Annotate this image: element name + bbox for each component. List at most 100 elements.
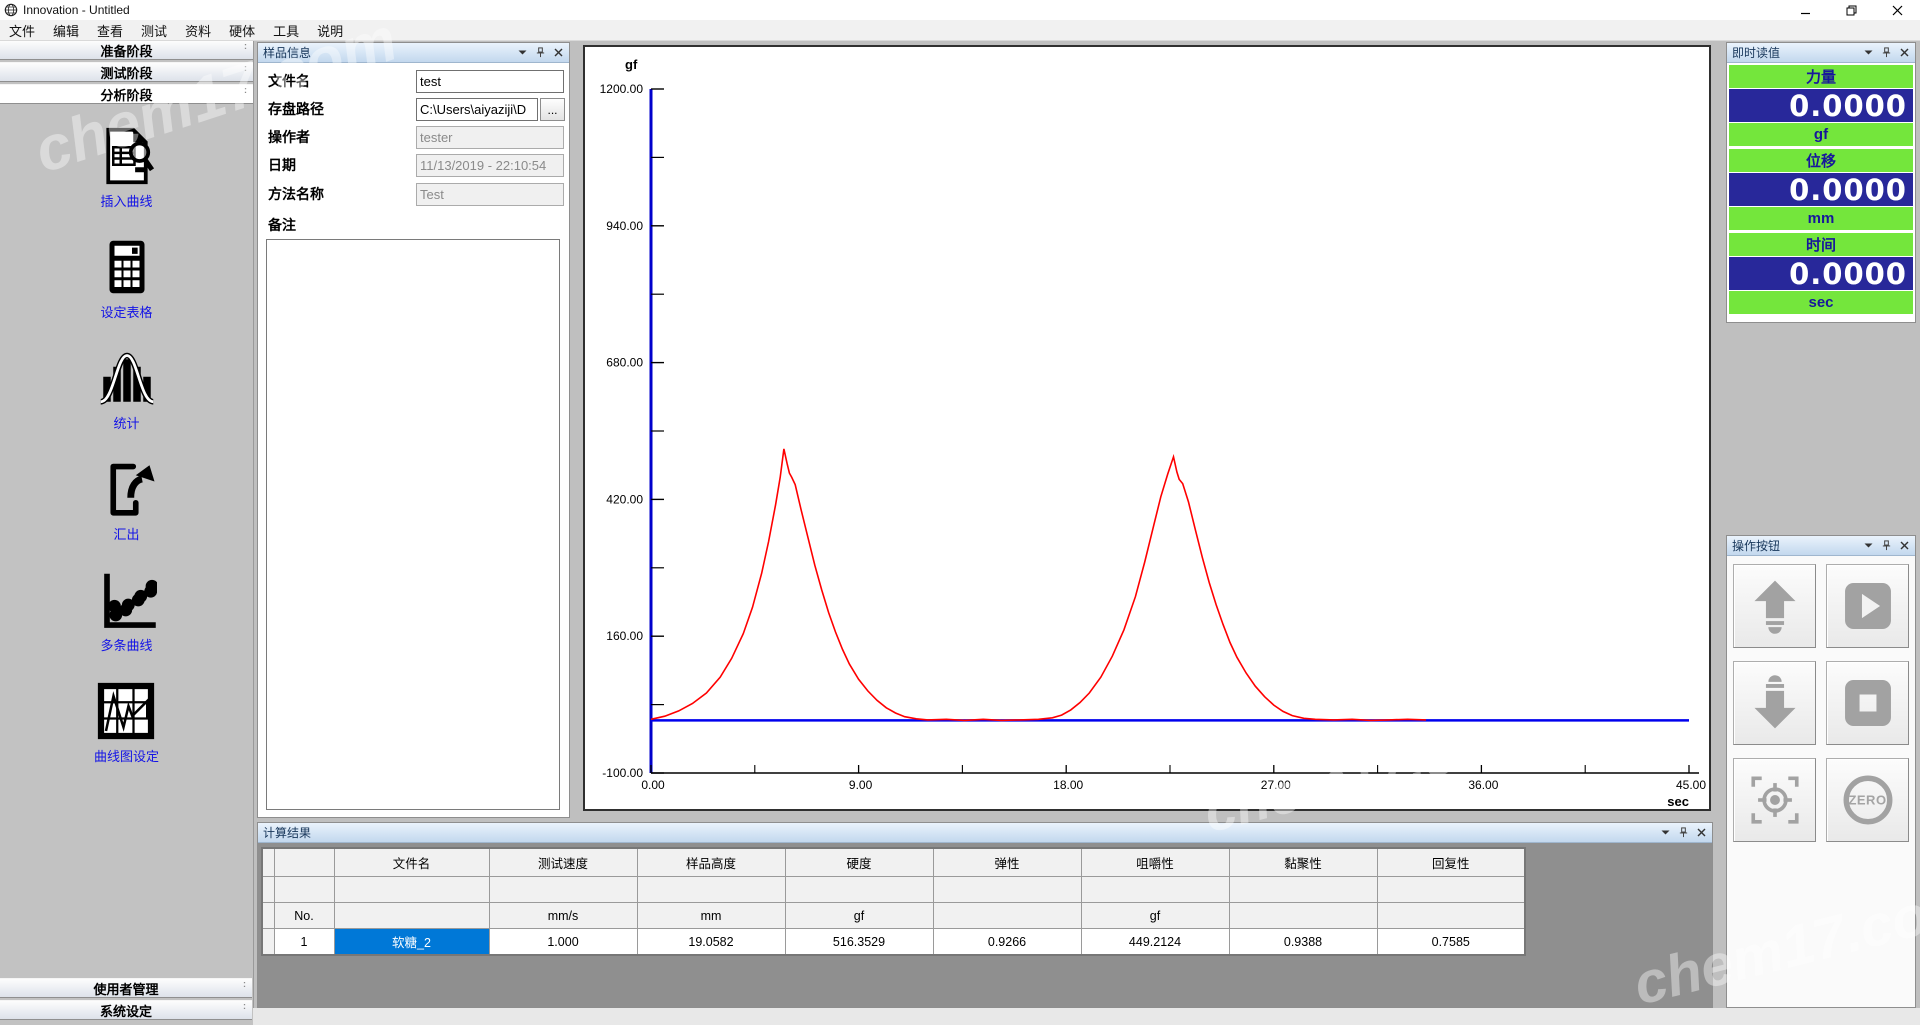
table-cell[interactable]: 弹性	[933, 848, 1081, 877]
restore-button[interactable]	[1828, 0, 1874, 20]
row-gutter[interactable]	[262, 877, 274, 903]
field-row: 存盘路径	[268, 97, 324, 121]
close-button[interactable]	[1874, 0, 1920, 20]
sidebar-tool[interactable]: 曲线图设定	[94, 681, 159, 765]
sidebar-tool[interactable]: 设定表格	[97, 237, 157, 321]
table-cell[interactable]	[334, 877, 489, 903]
table-cell[interactable]	[933, 903, 1081, 929]
panel-pin-button[interactable]	[1881, 47, 1892, 58]
panel-menu-button[interactable]	[1863, 540, 1874, 551]
statistics-icon	[97, 348, 157, 408]
minimize-button[interactable]	[1782, 0, 1828, 20]
table-cell[interactable]: 0.9388	[1229, 929, 1377, 956]
menu-item-2[interactable]: 编辑	[44, 20, 88, 40]
zero-button[interactable]: ZERO	[1826, 758, 1909, 842]
row-gutter[interactable]	[262, 929, 274, 956]
panel-menu-button[interactable]	[1660, 827, 1671, 838]
table-cell[interactable]: 1.000	[489, 929, 637, 956]
target-button[interactable]	[1733, 758, 1816, 842]
svg-text:18.00: 18.00	[1053, 778, 1083, 792]
probe-down-button[interactable]	[1733, 661, 1816, 745]
table-cell[interactable]: mm	[637, 903, 785, 929]
readout-value: 0.0000	[1729, 257, 1913, 290]
row-gutter[interactable]	[262, 848, 274, 877]
table-cell[interactable]: 样品高度	[637, 848, 785, 877]
table-cell[interactable]: 0.7585	[1377, 929, 1525, 956]
sidebar-tool[interactable]: 汇出	[97, 459, 157, 543]
table-cell[interactable]: No.	[274, 903, 334, 929]
readout-label: 位移	[1729, 149, 1913, 172]
sidebar-tool[interactable]: 多条曲线	[97, 570, 157, 654]
table-cell[interactable]	[1377, 877, 1525, 903]
table-cell[interactable]: 449.2124	[1081, 929, 1229, 956]
table-cell[interactable]: 文件名	[334, 848, 489, 877]
table-cell[interactable]: gf	[785, 903, 933, 929]
op-buttons-header: 操作按钮	[1727, 536, 1915, 556]
menu-item-5[interactable]: 资料	[176, 20, 220, 40]
table-cell[interactable]: gf	[1081, 903, 1229, 929]
sidebar-tab[interactable]: 分析阶段:	[0, 84, 253, 104]
panel-pin-button[interactable]	[535, 47, 546, 58]
table-cell[interactable]: 回复性	[1377, 848, 1525, 877]
sidebar-tab[interactable]: 系统设定:	[0, 1000, 252, 1020]
start-button[interactable]	[1826, 564, 1909, 648]
table-cell[interactable]: 516.3529	[785, 929, 933, 956]
menu-item-4[interactable]: 测试	[132, 20, 176, 40]
table-cell[interactable]: 19.0582	[637, 929, 785, 956]
readout-unit: mm	[1729, 207, 1913, 230]
table-cell[interactable]: 黏聚性	[1229, 848, 1377, 877]
sidebar-tab[interactable]: 准备阶段:	[0, 40, 253, 60]
table-cell[interactable]: 0.9266	[933, 929, 1081, 956]
results-body: 文件名测试速度样品高度硬度弹性咀嚼性黏聚性回复性No.mm/smmgfgf1软糖…	[258, 843, 1712, 956]
row-gutter[interactable]	[262, 903, 274, 929]
table-cell[interactable]: 1	[274, 929, 334, 956]
table-cell[interactable]	[785, 877, 933, 903]
table-cell[interactable]	[1229, 877, 1377, 903]
table-cell[interactable]	[1081, 877, 1229, 903]
realtime-readout-panel: 即时读值 力量0.0000gf位移0.0000mm时间0.0000sec	[1726, 42, 1916, 323]
table-cell[interactable]	[489, 877, 637, 903]
panel-pin-button[interactable]	[1678, 827, 1689, 838]
panel-close-button[interactable]	[1899, 540, 1910, 551]
table-cell[interactable]	[274, 848, 334, 877]
panel-close-button[interactable]	[553, 47, 564, 58]
table-cell[interactable]: mm/s	[489, 903, 637, 929]
menu-item-6[interactable]: 硬体	[220, 20, 264, 40]
browse-button[interactable]: ...	[540, 98, 565, 121]
table-cell[interactable]	[334, 903, 489, 929]
panel-menu-button[interactable]	[517, 47, 528, 58]
table-cell[interactable]	[637, 877, 785, 903]
table-cell[interactable]: 软糖_2	[334, 929, 489, 956]
grip-dots-icon: :	[244, 65, 248, 72]
field-input-2[interactable]	[416, 98, 538, 121]
menu-item-1[interactable]: 文件	[0, 20, 44, 40]
table-cell[interactable]: 测试速度	[489, 848, 637, 877]
panel-menu-button[interactable]	[1863, 47, 1874, 58]
sidebar-tab-label: 系统设定	[100, 1001, 152, 1020]
svg-text:27.00: 27.00	[1261, 778, 1291, 792]
force-curve	[651, 449, 1426, 721]
probe-up-button[interactable]	[1733, 564, 1816, 648]
table-cell[interactable]: 硬度	[785, 848, 933, 877]
panel-pin-button[interactable]	[1881, 540, 1892, 551]
field-row: 文件名	[268, 69, 310, 93]
menu-item-3[interactable]: 查看	[88, 20, 132, 40]
sidebar-tab[interactable]: 测试阶段:	[0, 62, 253, 82]
stop-button[interactable]	[1826, 661, 1909, 745]
table-cell[interactable]	[274, 877, 334, 903]
field-input-1[interactable]	[416, 70, 564, 93]
menu-item-8[interactable]: 说明	[308, 20, 352, 40]
table-cell[interactable]	[1377, 903, 1525, 929]
sidebar-tool[interactable]: 插入曲线	[97, 126, 157, 210]
notes-input[interactable]	[266, 239, 560, 810]
readout-value: 0.0000	[1729, 173, 1913, 206]
sidebar-tab[interactable]: 使用者管理:	[0, 978, 252, 998]
sidebar-tool[interactable]: 统计	[97, 348, 157, 432]
table-cell[interactable]: 咀嚼性	[1081, 848, 1229, 877]
sidebar-tool-label: 汇出	[113, 524, 139, 543]
panel-close-button[interactable]	[1696, 827, 1707, 838]
table-cell[interactable]	[933, 877, 1081, 903]
menu-item-7[interactable]: 工具	[264, 20, 308, 40]
panel-close-button[interactable]	[1899, 47, 1910, 58]
table-cell[interactable]	[1229, 903, 1377, 929]
